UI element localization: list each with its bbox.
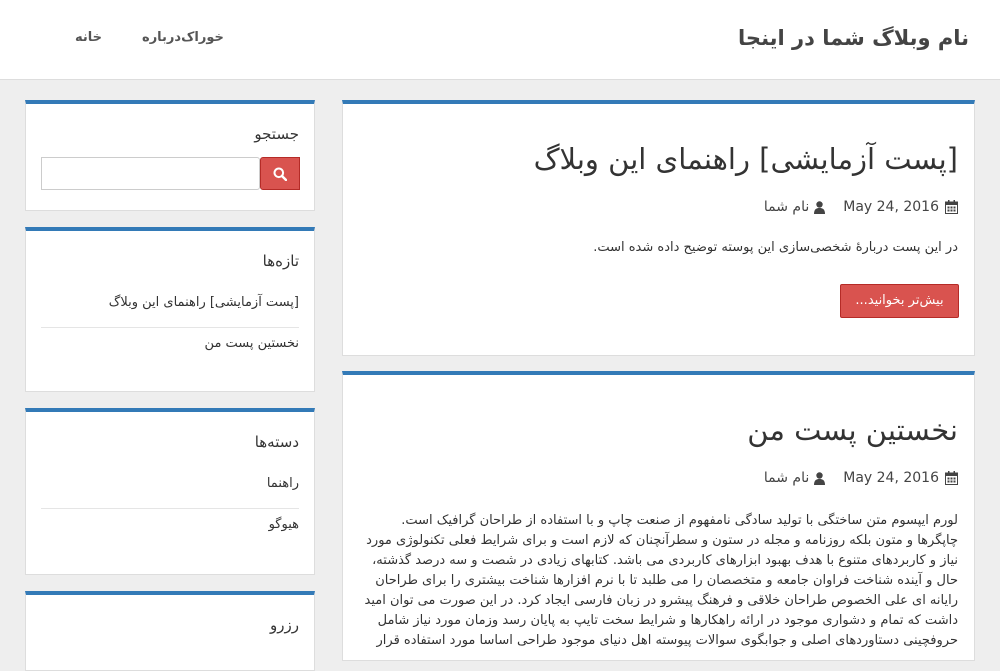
user-icon xyxy=(814,471,826,485)
post-author: نام شما xyxy=(763,470,826,486)
search-form xyxy=(41,157,300,190)
post-author-name: نام شما xyxy=(763,199,810,215)
widget-title: دسته‌ها xyxy=(254,433,299,451)
post-body: لورم ایپسوم متن ساختگی با تولید سادگی نا… xyxy=(364,513,959,648)
archive-widget: رزرو xyxy=(25,591,315,671)
post-date-text: May 24, 2016 xyxy=(843,199,939,215)
user-icon xyxy=(814,200,826,214)
post-date-text: May 24, 2016 xyxy=(843,470,939,486)
main-nav: خانه درباره خوراک xyxy=(35,30,224,45)
post-card: نخستین پست من May 24, 2016 نام شما لورم … xyxy=(342,371,975,661)
list-item: [پست آزمایشی] راهنمای این وبلاگ xyxy=(41,287,299,328)
list-item: هیوگو xyxy=(41,509,299,550)
search-widget: جستجو xyxy=(25,100,315,211)
list-item: نخستین پست من xyxy=(41,328,299,369)
recent-post-link[interactable]: [پست آزمایشی] راهنمای این وبلاگ xyxy=(109,295,299,310)
categories-widget: دسته‌ها راهنما هیوگو xyxy=(25,408,315,575)
read-more-button[interactable]: بیش‌تر بخوانید... xyxy=(840,284,959,318)
widget-title: تازه‌ها xyxy=(262,252,299,270)
post-meta: May 24, 2016 نام شما xyxy=(764,470,958,486)
post-date: May 24, 2016 xyxy=(843,470,958,486)
list-item: راهنما xyxy=(41,468,299,509)
recent-post-link[interactable]: نخستین پست من xyxy=(205,336,299,351)
recent-posts-list: [پست آزمایشی] راهنمای این وبلاگ نخستین پ… xyxy=(41,287,299,369)
categories-list: راهنما هیوگو xyxy=(41,468,299,550)
recent-posts-widget: تازه‌ها [پست آزمایشی] راهنمای این وبلاگ … xyxy=(25,227,315,392)
search-button[interactable] xyxy=(260,157,300,190)
post-card: [پست آزمایشی] راهنمای این وبلاگ May 24, … xyxy=(342,100,975,356)
calendar-icon xyxy=(945,471,958,485)
calendar-icon xyxy=(945,200,958,214)
site-header: نام وبلاگ شما در اینجا خانه درباره خوراک xyxy=(0,0,1000,80)
widget-title: رزرو xyxy=(270,616,299,634)
widget-title: جستجو xyxy=(254,125,299,143)
search-input[interactable] xyxy=(41,157,260,190)
post-title[interactable]: نخستین پست من xyxy=(747,413,958,447)
nav-about-link[interactable]: درباره xyxy=(142,30,181,45)
post-title[interactable]: [پست آزمایشی] راهنمای این وبلاگ xyxy=(534,142,958,176)
category-link[interactable]: راهنما xyxy=(267,476,299,491)
post-summary: در این پست دربارهٔ شخصی‌سازی این پوسته ت… xyxy=(593,240,958,255)
nav-home-link[interactable]: خانه xyxy=(75,30,102,45)
post-meta: May 24, 2016 نام شما xyxy=(764,199,958,215)
post-author: نام شما xyxy=(763,199,826,215)
post-author-name: نام شما xyxy=(763,470,810,486)
nav-feed-link[interactable]: خوراک xyxy=(181,30,224,45)
search-icon xyxy=(273,167,287,181)
site-title[interactable]: نام وبلاگ شما در اینجا xyxy=(738,26,969,50)
post-date: May 24, 2016 xyxy=(843,199,958,215)
category-link[interactable]: هیوگو xyxy=(269,517,299,532)
